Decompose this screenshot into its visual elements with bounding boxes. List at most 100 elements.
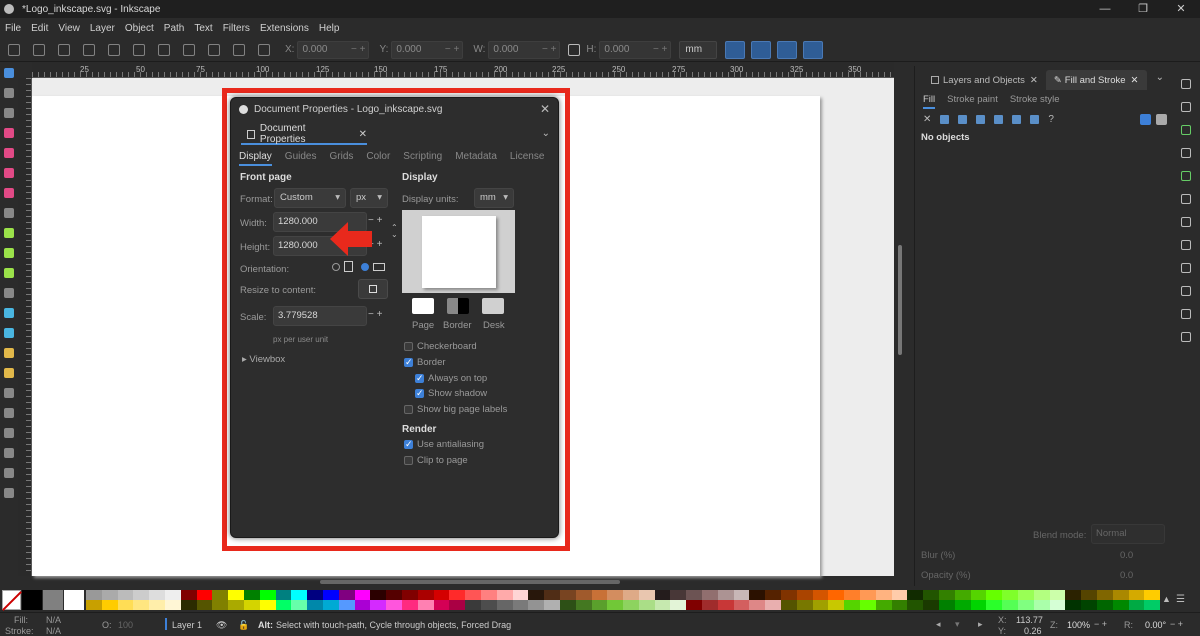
palette-swatch[interactable] — [149, 600, 165, 610]
visibility-icon[interactable]: 👁 — [216, 620, 227, 631]
palette-swatch[interactable] — [43, 590, 63, 610]
palette-swatch[interactable] — [638, 600, 655, 610]
select-all-icon[interactable] — [8, 43, 20, 56]
palette-swatch[interactable] — [196, 590, 213, 600]
palette-swatch[interactable] — [1049, 590, 1066, 600]
palette-swatch[interactable] — [275, 600, 292, 610]
palette-swatch[interactable] — [749, 590, 766, 600]
palette-swatch[interactable] — [386, 600, 402, 610]
lock-icon[interactable] — [568, 43, 581, 56]
palette-swatch[interactable] — [370, 600, 387, 610]
palette-swatch[interactable] — [480, 600, 497, 610]
blend-mode-select[interactable]: Normal — [1091, 524, 1165, 544]
palette-swatch[interactable] — [22, 590, 42, 610]
palette-swatch[interactable] — [781, 590, 797, 600]
palette-swatch[interactable] — [212, 600, 229, 610]
palette-swatch[interactable] — [338, 590, 355, 600]
palette-swatch[interactable] — [986, 590, 1003, 600]
palette-swatch[interactable] — [623, 590, 639, 600]
format-select[interactable]: Custom — [274, 188, 346, 208]
tab-scripting[interactable]: Scripting — [403, 151, 442, 166]
y-input[interactable]: 0.000 — [391, 40, 464, 59]
page-select[interactable]: ▾ — [955, 619, 960, 630]
palette-swatch[interactable] — [86, 590, 102, 600]
palette-swatch[interactable] — [243, 590, 260, 600]
palette-swatch[interactable] — [1097, 600, 1113, 610]
palette-swatch[interactable] — [370, 590, 387, 600]
palette-swatch[interactable] — [1002, 600, 1019, 610]
page-color-swatch[interactable] — [412, 298, 434, 314]
tab-fill-and-stroke[interactable]: ✎ Fill and Stroke ✕ — [1045, 70, 1147, 90]
palette-swatch[interactable] — [765, 600, 782, 610]
palette-swatch[interactable] — [101, 590, 118, 600]
palette-swatch[interactable] — [923, 600, 940, 610]
redo-icon[interactable] — [1181, 240, 1191, 250]
palette-swatch[interactable] — [796, 590, 813, 600]
close-tab-icon[interactable]: ✕ — [359, 129, 367, 140]
calligraphy-tool-icon[interactable] — [4, 268, 14, 278]
palette-swatch[interactable] — [449, 600, 466, 610]
palette-swatch[interactable] — [954, 590, 971, 600]
save-icon[interactable] — [1181, 125, 1191, 135]
transform-patterns-icon[interactable] — [803, 40, 824, 59]
palette-swatch[interactable] — [781, 600, 797, 610]
tab-metadata[interactable]: Metadata — [455, 151, 497, 166]
close-tab-icon[interactable]: ✕ — [1030, 75, 1038, 86]
palette-swatch[interactable] — [1033, 600, 1050, 610]
scale-radii-icon[interactable] — [751, 40, 772, 59]
palette-swatch[interactable] — [623, 600, 639, 610]
raise-to-top-icon[interactable] — [183, 43, 195, 56]
cut-icon[interactable] — [1181, 286, 1191, 296]
always-on-top-checkbox[interactable]: Always on top — [415, 373, 487, 384]
palette-swatch[interactable] — [1018, 590, 1034, 600]
palette-swatch[interactable] — [1081, 600, 1097, 610]
portrait-radio[interactable] — [332, 263, 340, 271]
rotate-input[interactable]: 0.00° — [1145, 620, 1166, 630]
tab-document-properties[interactable]: Document Properties ✕ — [241, 123, 367, 145]
palette-swatch[interactable] — [717, 590, 734, 600]
palette-swatch[interactable] — [591, 600, 608, 610]
palette-swatch[interactable] — [465, 600, 481, 610]
palette-swatch[interactable] — [133, 590, 150, 600]
palette-swatch[interactable] — [1002, 590, 1019, 600]
palette-swatch[interactable] — [923, 590, 940, 600]
palette-swatch[interactable] — [544, 600, 560, 610]
palette-swatch[interactable] — [970, 600, 987, 610]
mesh-tool-icon[interactable] — [4, 328, 14, 338]
palette-swatch[interactable] — [828, 600, 845, 610]
palette-swatch[interactable] — [243, 600, 260, 610]
palette-swatch[interactable] — [891, 590, 908, 600]
undo-icon[interactable] — [1181, 217, 1191, 227]
viewbox-expander[interactable]: ▸ Viewbox — [242, 354, 285, 365]
palette-swatch[interactable] — [591, 590, 608, 600]
h-input[interactable]: 0.000 — [599, 40, 672, 59]
pencil-tool-icon[interactable] — [4, 248, 14, 258]
open-icon[interactable] — [1181, 102, 1191, 112]
deselect-icon[interactable] — [58, 43, 70, 56]
palette-swatch[interactable] — [828, 590, 845, 600]
palette-swatch[interactable] — [907, 590, 924, 600]
palette-swatch[interactable] — [291, 590, 308, 600]
node-tool-icon[interactable] — [4, 88, 14, 98]
palette-swatch[interactable] — [180, 600, 197, 610]
palette-swatch[interactable] — [891, 600, 908, 610]
show-big-page-labels-checkbox[interactable]: Show big page labels — [404, 404, 507, 415]
zoom-stepper[interactable]: − + — [1094, 619, 1107, 629]
palette-swatch[interactable] — [1097, 590, 1113, 600]
text-tool-icon[interactable] — [4, 288, 14, 298]
menu-layer[interactable]: Layer — [90, 23, 115, 34]
transform-gradients-icon[interactable] — [777, 40, 798, 59]
radial-gradient-icon[interactable] — [976, 115, 986, 124]
palette-swatch[interactable] — [749, 600, 766, 610]
palette-swatch[interactable] — [544, 590, 560, 600]
palette-swatch[interactable] — [702, 600, 718, 610]
palette-swatch[interactable] — [512, 600, 529, 610]
palette-swatch[interactable] — [164, 590, 181, 600]
palette-swatch[interactable] — [291, 600, 308, 610]
palette-swatch[interactable] — [686, 600, 703, 610]
linear-gradient-icon[interactable] — [958, 115, 968, 124]
scale-stroke-icon[interactable] — [725, 40, 746, 59]
palette-swatch[interactable] — [433, 590, 450, 600]
palette-swatch[interactable] — [307, 600, 323, 610]
tab-layers-and-objects[interactable]: Layers and Objects ✕ — [923, 70, 1046, 90]
